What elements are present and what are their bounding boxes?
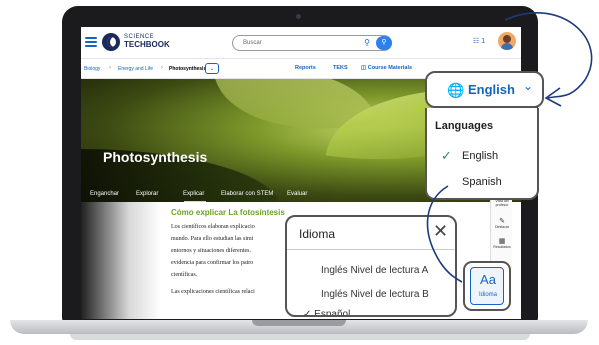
language-button-inner: Aa Idioma — [470, 267, 504, 305]
logo-bottom-text: TECHBOOK — [124, 40, 170, 49]
paragraph-line: evidencia para confirmar los patro — [171, 260, 254, 266]
language-button-label: Idioma — [478, 292, 497, 298]
breadcrumb-photosynthesis: Photosynthesis — [169, 66, 207, 72]
check-icon: ✓ — [303, 309, 312, 317]
idioma-panel-header: Idioma ✕ — [287, 217, 455, 250]
results-button[interactable]: ▦ Resultados — [491, 237, 513, 249]
language-menu: Languages ✓ English Spanish — [425, 108, 539, 200]
laptop-shadow — [70, 334, 530, 340]
tab-explicar[interactable]: Explicar — [183, 191, 204, 197]
paragraph-line: mundo. Para ello estudian las simi — [171, 236, 254, 242]
paragraph-line: científicas. — [171, 272, 198, 278]
app-logo[interactable]: SCIENCE TECHBOOK — [124, 34, 170, 49]
laptop-notch — [252, 320, 346, 326]
idioma-option-espanol-label: Español — [314, 309, 351, 317]
teacher-view-label: Vista del profesor — [495, 199, 509, 207]
language-option-english[interactable]: English — [462, 150, 498, 162]
paragraph-line: Los científicos elaboran explicacio — [171, 224, 255, 230]
nav-teks[interactable]: TEKS — [333, 65, 348, 71]
idioma-option-espanol[interactable]: ✓ Español — [303, 309, 351, 317]
highlight-label: Destacar — [494, 225, 509, 229]
page-title: Photosynthesis — [103, 149, 208, 165]
breadcrumb-separator-icon: › — [161, 65, 163, 71]
discovery-logo-icon — [102, 33, 120, 51]
idioma-option-reading-b[interactable]: Inglés Nivel de lectura B — [321, 289, 429, 300]
breadcrumb-energy-and-life[interactable]: Energy and Life — [118, 66, 153, 72]
arrowhead-icon — [544, 87, 562, 107]
tab-evaluar[interactable]: Evaluar — [287, 191, 307, 197]
text-size-icon: Aa — [480, 272, 496, 287]
nav-course-materials-label: Course Materials — [367, 65, 413, 71]
notification-count: 1 — [481, 38, 486, 45]
breadcrumb-separator-icon: › — [109, 65, 111, 71]
language-selected: English — [468, 82, 515, 97]
calendar-icon: ▦ — [498, 238, 506, 245]
language-menu-heading: Languages — [435, 120, 494, 132]
chevron-down-icon: ⌄ — [523, 79, 534, 93]
teacher-view-button[interactable]: Vista del profesor — [491, 199, 513, 207]
check-icon: ✓ — [441, 148, 452, 163]
avatar[interactable] — [498, 32, 516, 50]
language-option-spanish[interactable]: Spanish — [462, 176, 502, 188]
globe-icon: 🌐 — [447, 82, 465, 98]
highlight-button[interactable]: ✎ Destacar — [491, 217, 513, 229]
notification-button[interactable]: ☷ 1 — [473, 37, 485, 45]
language-button[interactable]: Aa Idioma — [463, 261, 511, 311]
idioma-option-reading-a[interactable]: Inglés Nivel de lectura A — [321, 265, 428, 276]
menu-icon[interactable] — [85, 37, 97, 47]
camera-icon — [296, 14, 301, 19]
search-button[interactable]: ⚲ — [376, 36, 392, 50]
paragraph-line: Las explicaciones científicas relaci — [171, 289, 255, 295]
nav-course-materials[interactable]: ◫ Course Materials — [361, 65, 412, 71]
marketing-illustration: SCIENCE TECHBOOK Buscar ⚲ ⚲ ☷ 1 Biology … — [0, 0, 599, 345]
bell-icon: ☷ — [473, 38, 480, 45]
idioma-panel: Idioma ✕ Inglés Nivel de lectura A Inglé… — [285, 215, 457, 317]
tab-explorar[interactable]: Explorar — [136, 191, 158, 197]
app-header: SCIENCE TECHBOOK Buscar ⚲ ⚲ ☷ 1 — [81, 27, 521, 59]
language-selector[interactable]: 🌐 English ⌄ — [425, 71, 544, 108]
content-gutter — [81, 202, 161, 319]
microphone-icon[interactable]: ⚲ — [363, 36, 371, 50]
book-icon: ◫ — [361, 65, 367, 71]
highlighter-icon: ✎ — [499, 218, 505, 225]
chevron-down-icon[interactable]: ⌄ — [205, 63, 219, 74]
close-icon[interactable]: ✕ — [433, 221, 448, 242]
nav-reports[interactable]: Reports — [295, 65, 316, 71]
search-icon: ⚲ — [381, 39, 387, 46]
tab-elaborar-con-stem[interactable]: Elaborar con STEM — [221, 191, 273, 197]
paragraph-line: entornos y situaciones diferentes. — [171, 248, 251, 254]
idioma-title: Idioma — [299, 227, 336, 241]
section-title: Cómo explicar La fotosíntesis — [171, 208, 285, 217]
breadcrumb-biology[interactable]: Biology — [84, 66, 100, 72]
results-label: Resultados — [493, 245, 511, 249]
tab-enganchar[interactable]: Enganchar — [90, 191, 119, 197]
